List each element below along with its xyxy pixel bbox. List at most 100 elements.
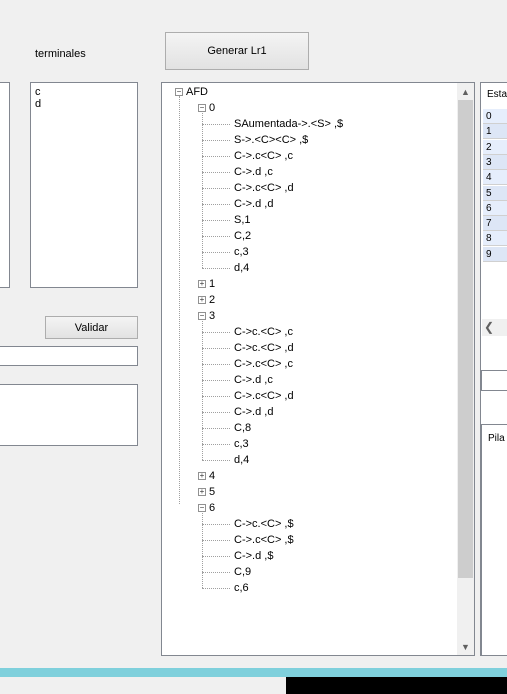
tree-line — [202, 268, 230, 269]
afd-treeview[interactable]: ▲ ▼ − AFD −0 SAumentada->.<S> ,$ S->.<C><C> … — [161, 82, 475, 656]
grid-row-header[interactable]: 6 — [483, 200, 507, 216]
dark-region — [286, 677, 507, 694]
scrollbar-thumb[interactable] — [458, 100, 473, 578]
tree-line — [202, 572, 230, 573]
tree-line — [202, 252, 230, 253]
generar-lr1-button[interactable]: Generar Lr1 — [165, 32, 309, 70]
tree-leaf[interactable]: C,9 — [234, 564, 251, 580]
left-list-partial[interactable] — [0, 82, 10, 288]
tree-line — [202, 396, 230, 397]
grid-row-header[interactable]: 8 — [483, 231, 507, 247]
text-input[interactable] — [0, 346, 138, 366]
window-bottom-accent — [0, 668, 507, 677]
tree-node-6[interactable]: 6 — [209, 500, 215, 516]
chevron-down-icon[interactable]: ▼ — [457, 638, 474, 655]
tree-line — [202, 540, 230, 541]
tree-line — [202, 524, 230, 525]
tree-leaf[interactable]: SAumentada->.<S> ,$ — [234, 116, 343, 132]
tree-line — [202, 204, 230, 205]
tree-line — [202, 556, 230, 557]
tree-leaf[interactable]: C->.d ,c — [234, 164, 273, 180]
tree-line — [202, 380, 230, 381]
tree-line — [202, 588, 230, 589]
grid-row-header[interactable]: 4 — [483, 170, 507, 186]
grid-row-header[interactable]: 9 — [483, 246, 507, 262]
tree-leaf[interactable]: C->.d ,d — [234, 196, 273, 212]
tree-leaf[interactable]: S->.<C><C> ,$ — [234, 132, 308, 148]
tree-leaf[interactable]: C->.c<C> ,d — [234, 180, 294, 196]
minus-box-icon[interactable]: − — [198, 312, 206, 320]
tree-line — [202, 513, 203, 588]
tree-node-1[interactable]: 1 — [209, 276, 215, 292]
tree-leaf[interactable]: d,4 — [234, 452, 249, 468]
tree-leaf[interactable]: C->.d ,$ — [234, 548, 273, 564]
tree-leaf[interactable]: c,6 — [234, 580, 249, 596]
tree-line — [179, 96, 180, 504]
list-item[interactable]: d — [35, 98, 133, 110]
tree-line — [202, 236, 230, 237]
tree-leaf[interactable]: C->.c<C> ,c — [234, 148, 293, 164]
tree-line — [202, 364, 230, 365]
tree-leaf[interactable]: C->c.<C> ,$ — [234, 516, 294, 532]
tree-root-afd[interactable]: AFD — [186, 84, 208, 100]
minus-box-icon[interactable]: − — [198, 504, 206, 512]
grid-row-header[interactable]: 7 — [483, 216, 507, 232]
plus-box-icon[interactable]: + — [198, 472, 206, 480]
tree-node-2[interactable]: 2 — [209, 292, 215, 308]
tree-node-3[interactable]: 3 — [209, 308, 215, 324]
tree-line — [202, 412, 230, 413]
chevron-left-icon[interactable]: ❮ — [484, 319, 496, 336]
tree-node-5[interactable]: 5 — [209, 484, 215, 500]
tree-leaf[interactable]: C->c.<C> ,c — [234, 324, 293, 340]
grid-hscrollbar[interactable]: ❮ — [482, 319, 507, 336]
tree-line — [202, 321, 203, 460]
terminales-listbox[interactable]: c d — [30, 82, 138, 288]
tree-line — [202, 444, 230, 445]
tree-leaf[interactable]: C,8 — [234, 420, 251, 436]
tree-line — [202, 332, 230, 333]
output-textarea[interactable] — [0, 384, 138, 446]
minus-box-icon[interactable]: − — [175, 88, 183, 96]
plus-box-icon[interactable]: + — [198, 296, 206, 304]
pila-listbox[interactable]: Pila — [481, 424, 507, 656]
chevron-up-icon[interactable]: ▲ — [457, 83, 474, 100]
vertical-scrollbar[interactable]: ▲ ▼ — [457, 83, 474, 655]
tree-line — [202, 124, 230, 125]
tree-leaf[interactable]: d,4 — [234, 260, 249, 276]
tree-line — [202, 348, 230, 349]
grid-row-header[interactable]: 1 — [483, 124, 507, 140]
tree-line — [202, 156, 230, 157]
tree-leaf[interactable]: c,3 — [234, 244, 249, 260]
tree-leaf[interactable]: C->.c<C> ,d — [234, 388, 294, 404]
tree-line — [202, 140, 230, 141]
grid-row-header[interactable]: 5 — [483, 185, 507, 201]
minus-box-icon[interactable]: − — [198, 104, 206, 112]
tree-line — [202, 460, 230, 461]
tree-leaf[interactable]: C->.c<C> ,c — [234, 356, 293, 372]
tree-line — [202, 428, 230, 429]
tree-leaf[interactable]: C->c.<C> ,d — [234, 340, 294, 356]
plus-box-icon[interactable]: + — [198, 488, 206, 496]
tree-leaf[interactable]: C->.c<C> ,$ — [234, 532, 294, 548]
grid-row-header[interactable]: 3 — [483, 154, 507, 170]
right-input-partial[interactable] — [481, 370, 507, 391]
tree-leaf[interactable]: C->.d ,d — [234, 404, 273, 420]
grid-header: Esta — [487, 89, 507, 100]
list-item[interactable]: c — [35, 86, 133, 98]
grid-row-header[interactable]: 0 — [483, 109, 507, 124]
grid-row-header[interactable]: 2 — [483, 139, 507, 155]
validar-button[interactable]: Validar — [45, 316, 138, 339]
tree-line — [202, 113, 203, 268]
tree-line — [202, 188, 230, 189]
terminales-label: terminales — [35, 48, 86, 60]
tree-line — [202, 220, 230, 221]
tree-node-0[interactable]: 0 — [209, 100, 215, 116]
tree-leaf[interactable]: c,3 — [234, 436, 249, 452]
tree-leaf[interactable]: C->.d ,c — [234, 372, 273, 388]
tree-leaf[interactable]: S,1 — [234, 212, 251, 228]
tree-node-4[interactable]: 4 — [209, 468, 215, 484]
tree-line — [202, 172, 230, 173]
tree-leaf[interactable]: C,2 — [234, 228, 251, 244]
pila-label: Pila — [488, 433, 505, 444]
plus-box-icon[interactable]: + — [198, 280, 206, 288]
